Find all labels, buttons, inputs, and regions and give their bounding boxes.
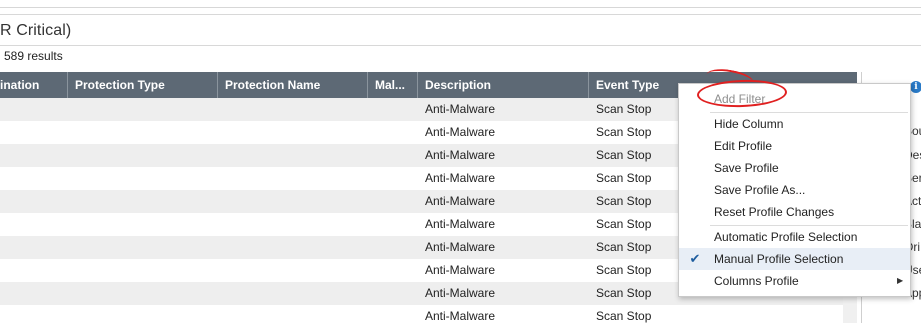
menu-item-label: Edit Profile: [714, 139, 773, 153]
menu-item-label: Save Profile: [714, 161, 779, 175]
description-cell: Anti-Malware: [425, 125, 496, 139]
description-cell: Anti-Malware: [425, 194, 496, 208]
column-header-malware[interactable]: Mal...: [368, 72, 418, 98]
event-type-cell: Scan Stop: [596, 217, 652, 231]
event-type-cell: Scan Stop: [596, 125, 652, 139]
menu-item-label: Save Profile As...: [714, 183, 806, 197]
description-cell: Anti-Malware: [425, 263, 496, 277]
page-title: R Critical): [0, 22, 72, 39]
event-type-cell: Scan Stop: [596, 102, 652, 116]
column-header-protection-name[interactable]: Protection Name: [218, 72, 368, 98]
description-cell: Anti-Malware: [425, 171, 496, 185]
menu-item-label: Automatic Profile Selection: [714, 230, 858, 244]
event-type-cell: Scan Stop: [596, 171, 652, 185]
menu-item-label: Manual Profile Selection: [714, 252, 844, 266]
description-cell: Anti-Malware: [425, 148, 496, 162]
menu-item-save-profile[interactable]: Save Profile: [679, 157, 910, 179]
column-header-description[interactable]: Description: [418, 72, 589, 98]
description-cell: Anti-Malware: [425, 102, 496, 116]
description-cell: Anti-Malware: [425, 217, 496, 231]
submenu-arrow-icon: ▶: [897, 276, 904, 285]
event-type-cell: Scan Stop: [596, 309, 652, 323]
event-type-cell: Scan Stop: [596, 148, 652, 162]
menu-item-columns-profile[interactable]: Columns Profile ▶: [679, 270, 910, 292]
info-icon[interactable]: i: [910, 81, 921, 93]
top-strip: [0, 0, 921, 8]
description-cell: Anti-Malware: [425, 240, 496, 254]
menu-item-hide-column[interactable]: Hide Column: [679, 113, 910, 135]
menu-item-edit-profile[interactable]: Edit Profile: [679, 135, 910, 157]
event-type-cell: Scan Stop: [596, 286, 652, 300]
column-header-protection-type[interactable]: Protection Type: [68, 72, 218, 98]
column-header-destination[interactable]: ination: [0, 72, 68, 98]
event-type-cell: Scan Stop: [596, 194, 652, 208]
description-cell: Anti-Malware: [425, 309, 496, 323]
results-count: 589 results: [4, 49, 63, 63]
menu-item-manual-profile-selection[interactable]: ✔ Manual Profile Selection: [679, 248, 910, 270]
menu-item-label: Columns Profile: [714, 274, 799, 288]
menu-item-label: Reset Profile Changes: [714, 205, 835, 219]
menu-item-save-profile-as[interactable]: Save Profile As...: [679, 179, 910, 201]
description-cell: Anti-Malware: [425, 286, 496, 300]
title-bar: R Critical): [0, 14, 921, 46]
column-context-menu: Add Filter Hide Column Edit Profile Save…: [678, 83, 911, 297]
event-type-cell: Scan Stop: [596, 240, 652, 254]
checkmark-icon: ✔: [689, 251, 701, 266]
menu-item-reset-profile-changes[interactable]: Reset Profile Changes: [679, 201, 910, 223]
table-row[interactable]: Anti-Malware Scan Stop: [0, 305, 857, 323]
menu-item-label: Hide Column: [714, 117, 784, 131]
menu-item-automatic-profile-selection[interactable]: Automatic Profile Selection: [679, 226, 910, 248]
event-type-cell: Scan Stop: [596, 263, 652, 277]
